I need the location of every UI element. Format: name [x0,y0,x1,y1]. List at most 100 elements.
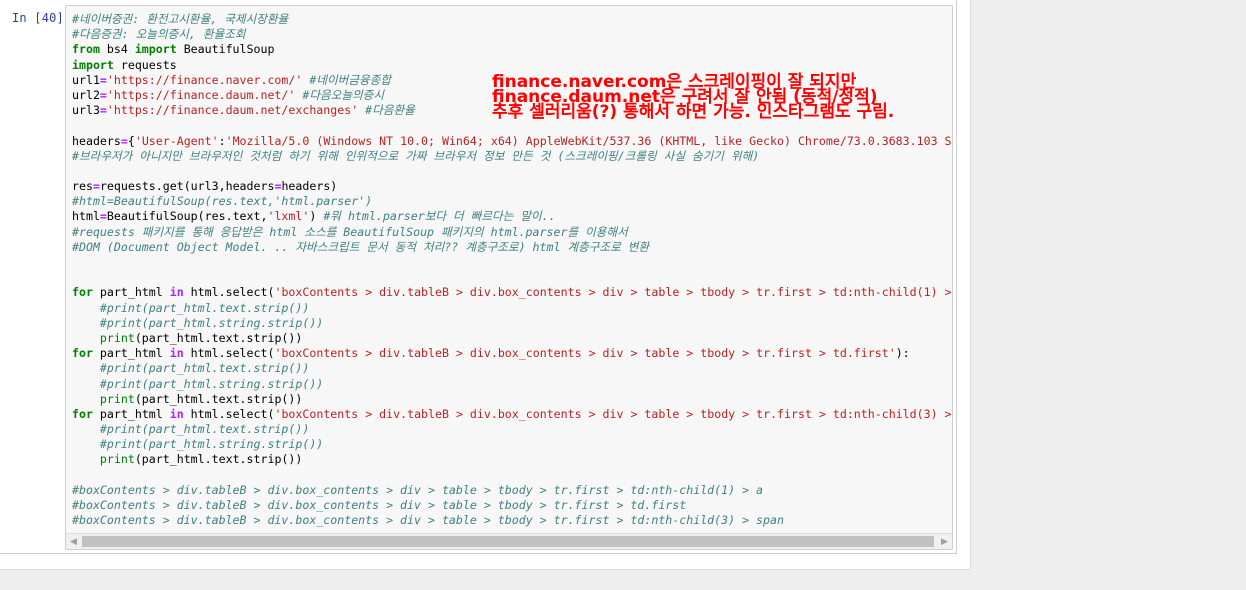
annotation-text: finance.naver.com은 스크레이핑이 잘 되지만 finance.d… [492,22,894,164]
code-token: { [127,133,135,148]
code-token: url3 [72,103,100,118]
code-token: . [239,330,247,345]
scroll-right-arrow-icon[interactable]: ▶ [937,534,952,549]
code-line: #boxContents > div.tableB > div.box_cont… [72,482,952,498]
code-token: : [218,133,226,148]
code-line: #print(part_html.text.strip()) [72,361,952,376]
code-line: for part_html in html.select('boxContent… [72,406,952,422]
code-token: #다음증권: 오늘의증시, 환율조회 [72,27,246,42]
code-token: 'boxContents > div.tableB > div.box_cont… [274,285,953,300]
code-token: . [239,391,247,406]
code-token: headers) [281,179,338,194]
code-token: from [72,42,100,57]
code-token: . [155,179,163,194]
code-token: import [134,42,177,57]
code-token: print [99,330,135,345]
code-token: . [218,346,226,361]
code-token: = [99,103,107,118]
annotation-line: finance.daum.net은 구려서 잘 안됨 (동적/정적) [492,87,878,108]
code-line: print(part_html.text.strip()) [72,452,952,467]
code-token: #다음오늘의증시 [302,87,385,102]
notebook-page: In [40]: #네이버증권: 환전고시환율, 국제시장환율 #다음증권: 오늘… [0,0,971,570]
code-token: in [169,346,184,361]
code-token: ) [309,209,324,224]
code-token: text, [232,209,268,224]
code-token: #print(part_html.string.strip()) [99,315,324,330]
code-token: = [92,179,100,194]
code-token: select( [225,346,275,361]
code-token: text [211,330,240,345]
code-token: = [99,72,107,87]
code-cell[interactable]: In [40]: #네이버증권: 환전고시환율, 국제시장환율 #다음증권: 오늘… [0,0,957,554]
scrollbar-thumb[interactable] [82,536,934,547]
code-token: strip()) [246,452,303,467]
code-token: = [120,133,128,148]
code-token: (part_html [134,452,205,467]
code-token: headers [72,133,121,148]
code-line: #print(part_html.text.strip()) [72,422,952,437]
code-token: get(url3,headers [162,179,275,194]
scroll-left-arrow-icon[interactable]: ◀ [66,534,81,549]
code-token: . [218,285,226,300]
code-token: 'https://finance.daum.net/exchanges' [106,103,359,118]
code-token: BeautifulSoup(res [106,209,226,224]
code-token: #boxContents > div.tableB > div.box_cont… [72,482,764,497]
code-token: in [169,406,184,421]
code-token: . [225,209,233,224]
code-line: #print(part_html.string.strip()) [72,376,952,392]
code-token: part_html [92,346,170,361]
code-token: BeautifulSoup [176,42,275,57]
code-editor[interactable]: #네이버증권: 환전고시환율, 국제시장환율 #다음증권: 오늘의증시, 환율조회… [65,5,953,550]
code-token: for [72,406,93,421]
code-line: print(part_html.text.strip()) [72,330,952,346]
annotation-line: 추후 셀러리움(?) 통해서 하면 가능. 인스타그램도 구림. [492,102,895,123]
code-token: html [183,285,219,300]
code-token: #네이버금융종합 [309,72,391,87]
code-token: for [72,285,93,300]
code-line: #print(part_html.text.strip()) [72,301,952,316]
code-token: select( [225,285,275,300]
annotation-line: finance.naver.com은 스크레이핑이 잘 되지만 [492,72,857,92]
code-token: url1 [72,72,100,87]
code-token: for [72,346,93,361]
input-prompt: In [40]: [12,11,72,25]
code-token: print [99,391,135,406]
code-token: select( [225,406,275,421]
code-token: requests [113,57,177,72]
code-token: #requests 패키지를 통해 응답받은 html 소스를 Beautifu… [72,224,628,239]
code-line: #requests 패키지를 통해 응답받은 html 소스를 Beautifu… [72,224,952,240]
code-token: import [72,57,114,72]
code-token: (part_html [134,330,205,345]
code-token: 'User-Agent' [134,133,219,148]
code-token: html [183,346,219,361]
code-token: html [72,209,100,224]
code-token: #print(part_html.string.strip()) [99,437,324,452]
code-token: . [239,452,247,467]
code-token: in [169,285,184,300]
code-token: #print(part_html.string.strip()) [99,376,324,391]
code-line: #html=BeautifulSoup(res.text,'html.parse… [72,194,952,209]
code-token: 'lxml' [267,209,310,224]
code-token: ): [895,346,910,361]
code-token: strip()) [246,330,303,345]
code-token: #다음환율 [365,103,415,118]
code-token: strip()) [246,391,303,406]
code-token: print [99,452,135,467]
horizontal-scrollbar[interactable]: ◀ ▶ [66,533,952,549]
code-token: part_html [92,285,170,300]
code-token: 'https://finance.daum.net/' [106,87,296,102]
code-line: #DOM (Document Object Model. .. 자바스크립트 문… [72,240,952,255]
code-token: . [204,330,212,345]
code-token: . [218,406,226,421]
code-token: #뭐 html.parser보다 더 빠르다는 말이.. [323,209,556,224]
code-token: #html=BeautifulSoup(res.text,'html.parse… [72,194,373,209]
